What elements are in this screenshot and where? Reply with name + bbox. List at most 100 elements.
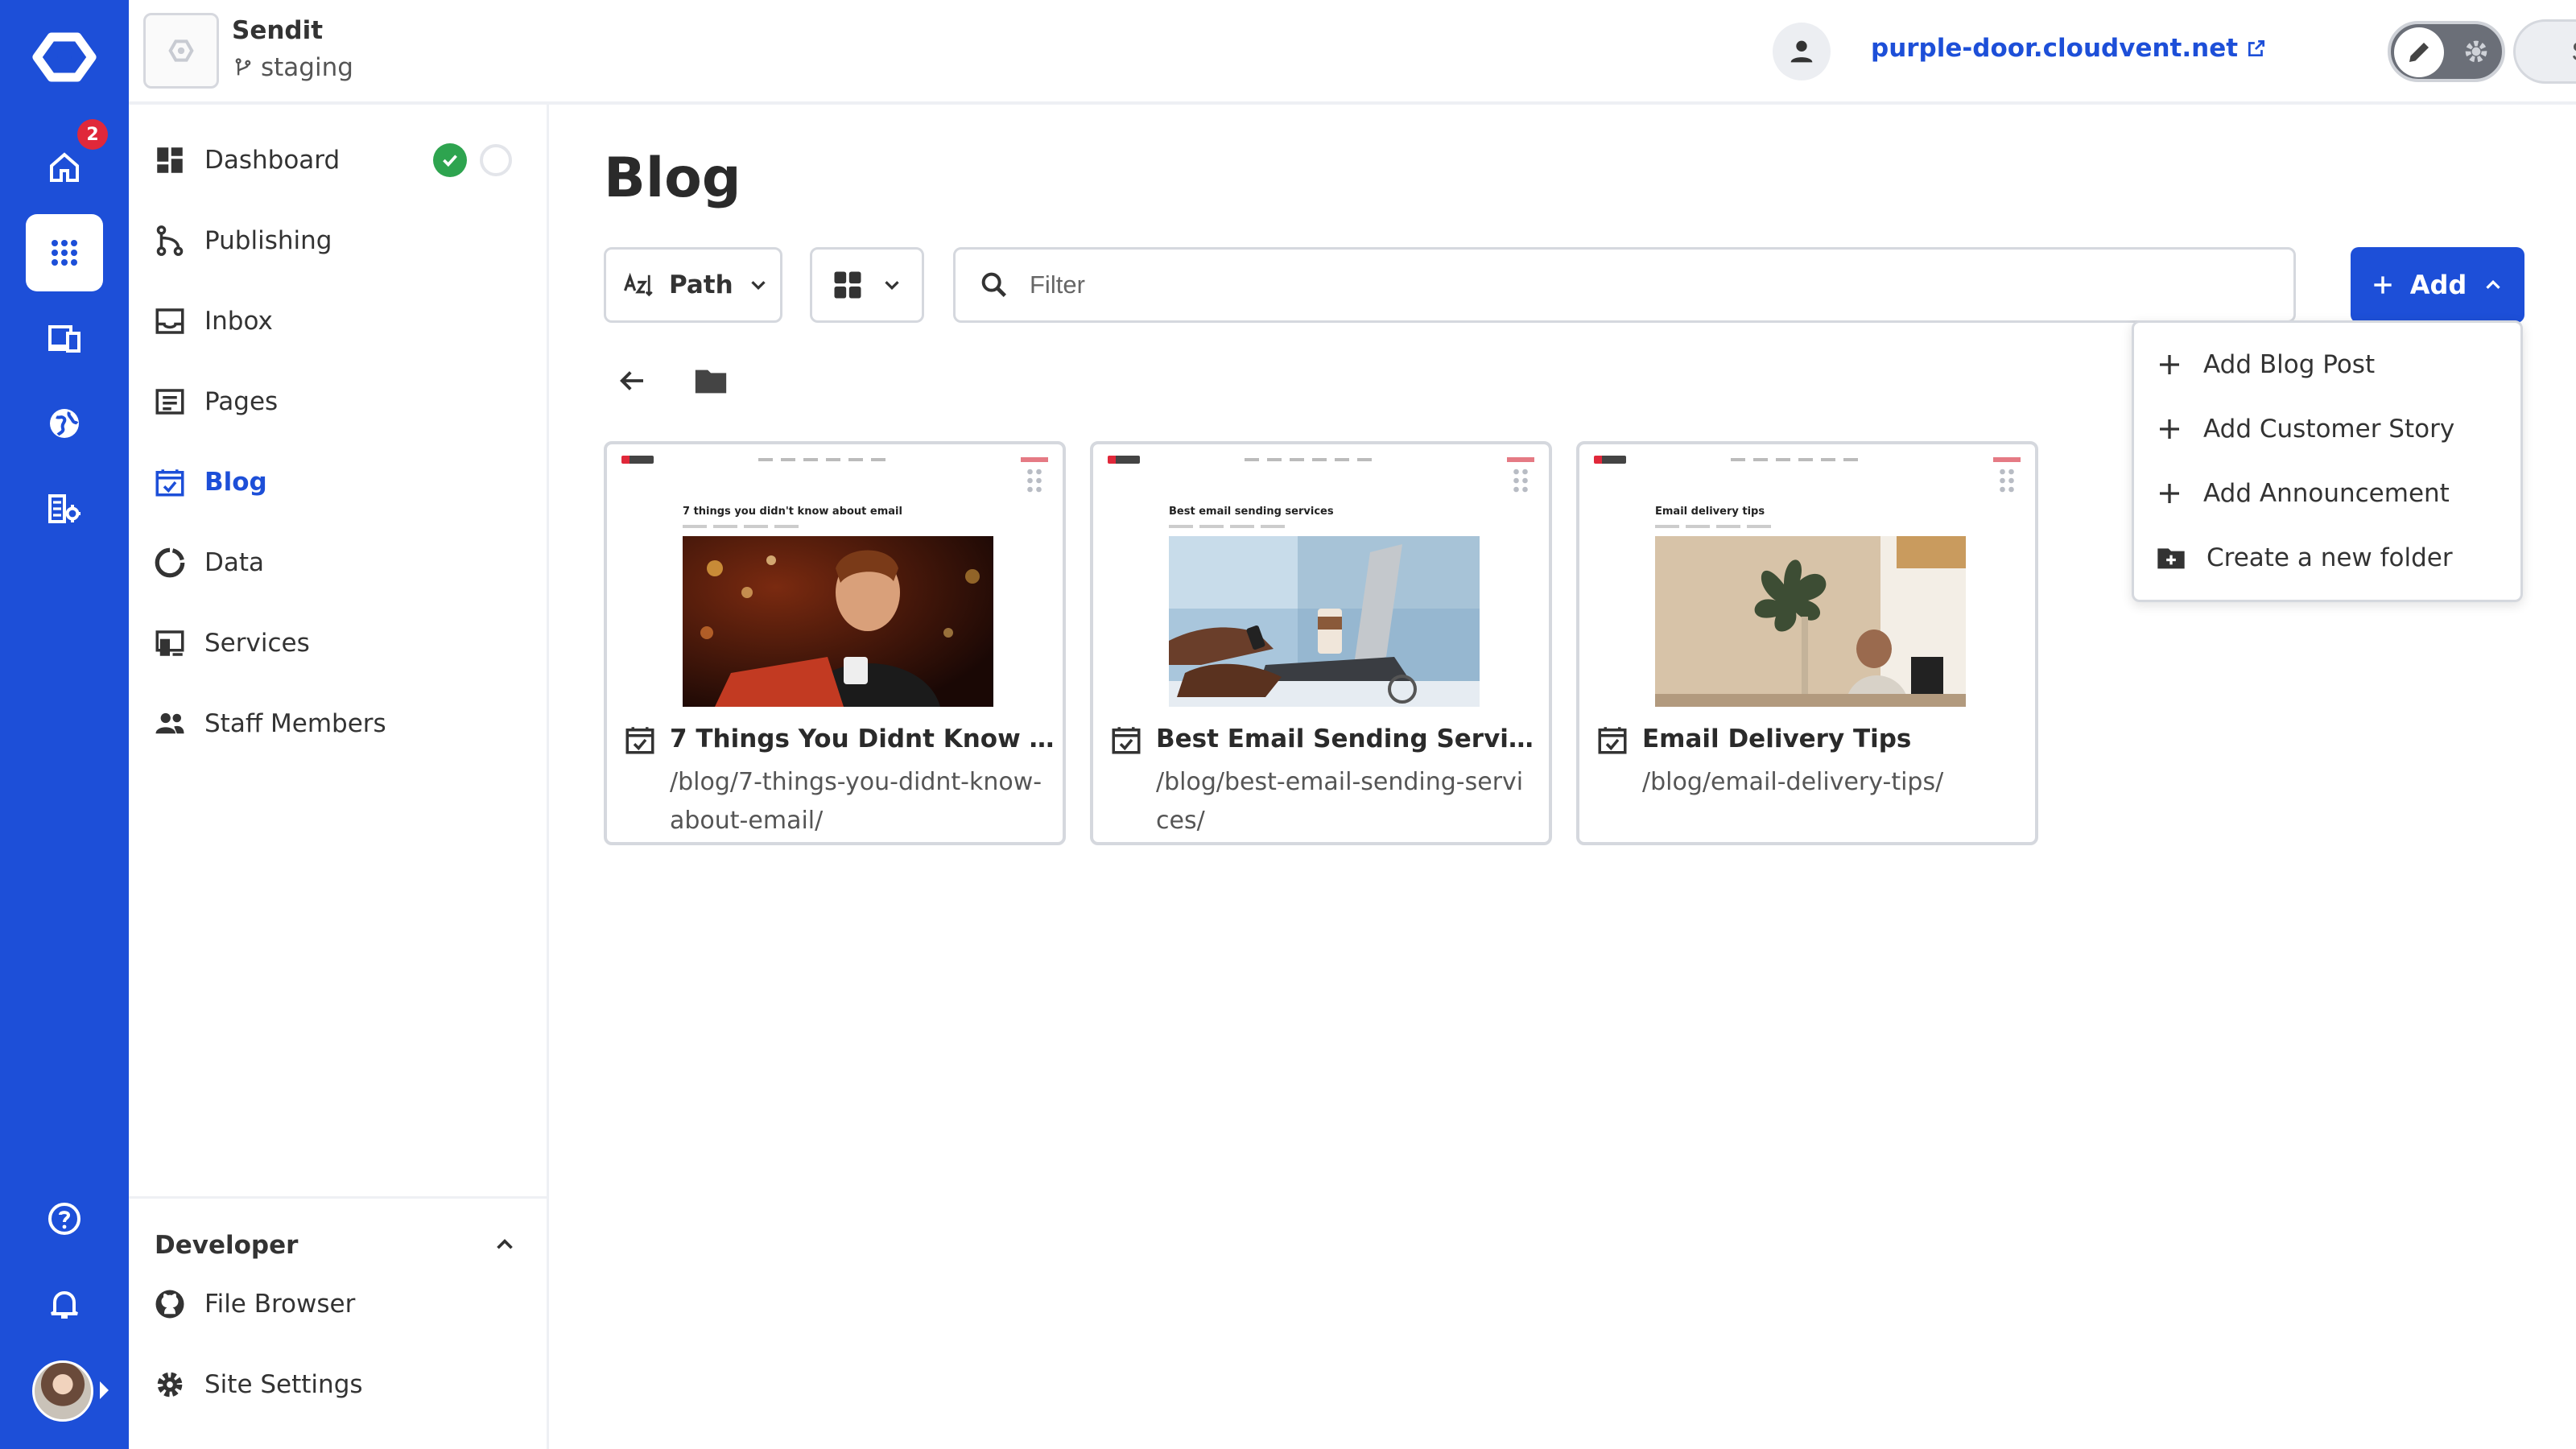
rail-home-button[interactable]: 2	[26, 119, 108, 206]
sidebar-item-staff-members[interactable]: Staff Members	[153, 696, 523, 752]
sidebar-item-label: Services	[204, 629, 310, 658]
pages-icon	[155, 389, 184, 415]
branch-name: staging	[261, 53, 353, 82]
plus-icon	[2160, 355, 2179, 374]
card-title: Best Email Sending Services	[1156, 724, 1542, 753]
sidebar: Dashboard Publishing Inbox Pages Blog Da…	[129, 105, 549, 1449]
chevron-up-icon[interactable]	[491, 1231, 518, 1261]
menu-item-create-folder[interactable]: Create a new folder	[2155, 532, 2509, 584]
services-icon	[155, 630, 184, 656]
thumbnail-title: Email delivery tips	[1655, 506, 1765, 518]
blog-post-card[interactable]: Email delivery tips Email Delivery Tips …	[1576, 441, 2038, 845]
drag-handle-icon[interactable]	[1998, 467, 2016, 497]
edit-mode-toggle[interactable]	[2388, 21, 2505, 82]
grid-view-icon	[834, 271, 861, 299]
sidebar-item-services[interactable]: Services	[153, 615, 523, 671]
sidebar-item-inbox[interactable]: Inbox	[153, 293, 523, 349]
menu-item-add-blog-post[interactable]: Add Blog Post	[2155, 339, 2509, 390]
add-button[interactable]: Add	[2351, 247, 2524, 323]
caret-right-icon[interactable]	[100, 1381, 109, 1399]
empty-status-icon	[480, 144, 512, 176]
blog-post-card[interactable]: Best email sending services Best Email S…	[1090, 441, 1552, 845]
thumbnail-meta	[1169, 525, 1290, 528]
sort-label: Path	[669, 270, 733, 299]
gear-icon	[157, 1372, 183, 1397]
plus-icon	[2160, 419, 2179, 439]
sort-dropdown[interactable]: Path	[604, 247, 782, 323]
rail-site-settings-button[interactable]	[26, 470, 103, 547]
sidebar-item-blog[interactable]: Blog	[153, 454, 523, 510]
main-content: Blog Path Add 7 things you didn't know a…	[549, 105, 2576, 1449]
external-link-icon	[2248, 39, 2265, 57]
thumbnail-nav	[621, 456, 1048, 467]
sidebar-item-label: Blog	[204, 468, 267, 497]
menu-item-add-customer-story[interactable]: Add Customer Story	[2155, 403, 2509, 455]
site-icon[interactable]	[143, 13, 219, 89]
site-name[interactable]: Sendit	[232, 16, 323, 45]
plus-icon	[2160, 484, 2179, 503]
post-photo-person-at-desk	[1655, 536, 1966, 707]
gear-icon	[2465, 40, 2487, 63]
rail-help-button[interactable]	[26, 1180, 103, 1257]
back-arrow-icon[interactable]	[615, 364, 649, 401]
globe-icon	[50, 409, 79, 438]
toggle-knob	[2394, 27, 2444, 77]
sidebar-item-data[interactable]: Data	[153, 535, 523, 591]
bell-icon	[51, 1290, 78, 1319]
calendar-check-icon	[623, 723, 657, 760]
sidebar-item-pages[interactable]: Pages	[153, 374, 523, 430]
sidebar-item-file-browser[interactable]: File Browser	[153, 1276, 523, 1332]
sidebar-item-label: Pages	[204, 387, 279, 416]
sidebar-item-label: Publishing	[204, 226, 332, 255]
drag-handle-icon[interactable]	[1512, 467, 1530, 497]
account-button[interactable]	[1773, 23, 1831, 80]
rail-apps-button[interactable]	[26, 214, 103, 291]
folder-icon[interactable]	[692, 362, 729, 402]
chevron-down-icon	[751, 281, 766, 291]
view-mode-dropdown[interactable]	[810, 247, 924, 323]
post-thumbnail: Email delivery tips	[1586, 451, 2029, 716]
sidebar-item-label: Site Settings	[204, 1370, 363, 1399]
rail-devices-button[interactable]	[26, 299, 103, 377]
developer-section-title[interactable]: Developer	[155, 1231, 298, 1260]
thumbnail-title: 7 things you didn't know about email	[683, 506, 902, 518]
github-icon	[155, 1290, 184, 1319]
rail-globe-button[interactable]	[26, 385, 103, 462]
site-domain-link[interactable]: purple-door.cloudvent.net	[1871, 34, 2267, 63]
sidebar-item-label: Staff Members	[204, 709, 386, 738]
check-circle-icon	[433, 143, 467, 177]
rail-notifications-button[interactable]	[26, 1265, 103, 1343]
publishing-icon	[156, 225, 184, 256]
cloudcannon-logo-icon[interactable]	[31, 31, 98, 84]
home-icon	[50, 152, 79, 182]
data-icon	[155, 547, 185, 578]
branch-selector[interactable]: staging	[232, 53, 353, 82]
devices-icon	[48, 325, 80, 353]
post-thumbnail: Best email sending services	[1100, 451, 1542, 716]
help-icon	[48, 1203, 80, 1235]
menu-item-label: Add Announcement	[2203, 479, 2450, 508]
card-title: 7 Things You Didnt Know Abo...	[670, 724, 1056, 753]
blog-post-card[interactable]: 7 things you didn't know about email 7 T…	[604, 441, 1066, 845]
blog-icon	[155, 469, 184, 497]
dashboard-icon	[157, 147, 183, 173]
add-button-label: Add	[2409, 270, 2467, 300]
branch-icon	[235, 58, 251, 76]
filter-input[interactable]	[1030, 270, 2237, 299]
filter-box[interactable]	[953, 247, 2296, 323]
sidebar-item-publishing[interactable]: Publishing	[153, 213, 523, 269]
menu-item-label: Add Blog Post	[2203, 350, 2376, 379]
thumbnail-nav	[1108, 456, 1534, 467]
calendar-check-icon	[1596, 723, 1629, 760]
save-button[interactable]: Save	[2513, 19, 2576, 84]
drag-handle-icon[interactable]	[1026, 467, 1043, 497]
post-thumbnail: 7 things you didn't know about email	[613, 451, 1056, 716]
page-title: Blog	[604, 147, 741, 210]
user-avatar[interactable]	[32, 1360, 93, 1422]
sidebar-item-dashboard[interactable]: Dashboard	[153, 132, 523, 188]
sidebar-item-site-settings[interactable]: Site Settings	[153, 1356, 523, 1413]
sort-az-icon	[624, 272, 653, 297]
menu-item-add-announcement[interactable]: Add Announcement	[2155, 468, 2509, 519]
chevron-down-icon	[885, 281, 899, 291]
calendar-check-icon	[1109, 723, 1143, 760]
